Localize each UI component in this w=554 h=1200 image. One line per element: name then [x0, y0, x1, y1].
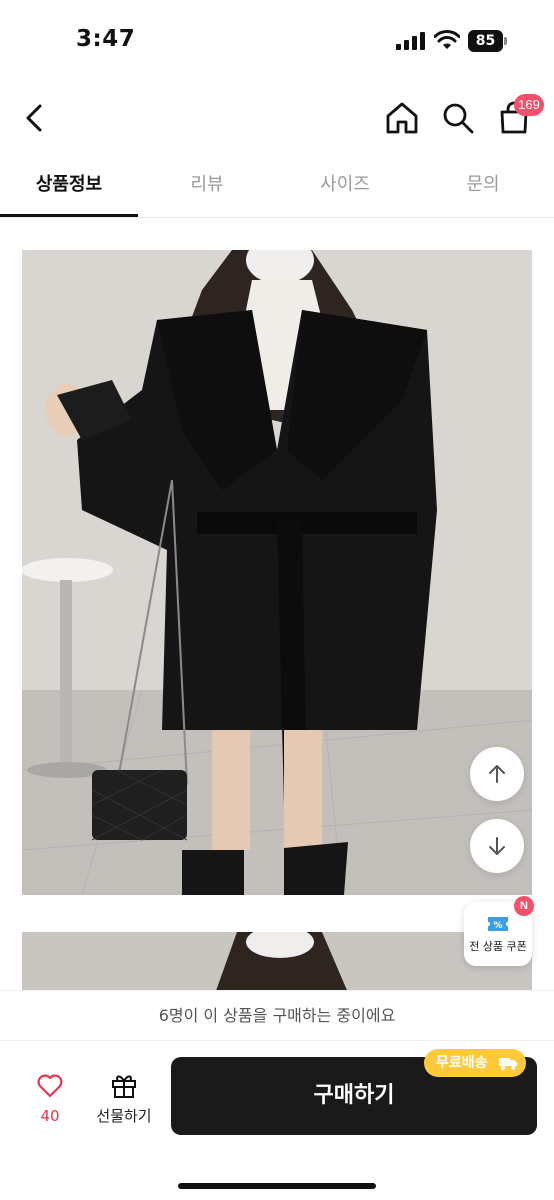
- home-button[interactable]: [382, 98, 422, 138]
- like-count: 40: [40, 1107, 60, 1125]
- signal-icon: [396, 32, 425, 50]
- gift-button[interactable]: 선물하기: [88, 1069, 160, 1133]
- arrow-down-icon: [489, 837, 505, 855]
- status-time: 3:47: [76, 26, 136, 52]
- tab-inquiry[interactable]: 문의: [414, 158, 552, 218]
- scroll-up-button[interactable]: [470, 747, 524, 801]
- chevron-left-icon: [26, 104, 42, 132]
- search-icon: [443, 103, 474, 134]
- active-tab-indicator: [0, 214, 138, 217]
- truck-icon: [499, 1058, 517, 1070]
- product-tabs: 상품정보 리뷰 사이즈 문의: [0, 158, 554, 218]
- battery-level: 85: [468, 30, 503, 52]
- coupon-icon: %: [488, 917, 508, 931]
- scroll-down-button[interactable]: [470, 819, 524, 873]
- back-button[interactable]: [16, 98, 56, 138]
- home-indicator: [178, 1183, 376, 1189]
- wifi-icon: [434, 30, 460, 49]
- gift-label: 선물하기: [96, 1107, 152, 1125]
- battery-indicator: 85: [468, 30, 508, 52]
- search-button[interactable]: [438, 98, 478, 138]
- tab-product-info[interactable]: 상품정보: [0, 158, 138, 218]
- like-button[interactable]: 40: [22, 1071, 78, 1135]
- new-badge: N: [514, 896, 534, 916]
- status-bar: 3:47 85: [0, 0, 554, 80]
- coupon-label: 전 상품 쿠폰: [469, 940, 527, 953]
- bottom-action-bar: 40 선물하기 구매하기 무료배송: [0, 1040, 554, 1200]
- viewers-notice: 6명이 이 상품을 구매하는 중이에요: [0, 990, 554, 1040]
- arrow-up-icon: [489, 765, 505, 783]
- top-nav: 169: [0, 84, 554, 154]
- gift-icon: [112, 1075, 136, 1098]
- tab-size[interactable]: 사이즈: [276, 158, 414, 218]
- heart-icon: [37, 1074, 63, 1098]
- cart-count-badge: 169: [514, 94, 544, 116]
- svg-text:%: %: [493, 921, 502, 931]
- free-shipping-badge: 무료배송: [424, 1049, 526, 1077]
- tab-reviews[interactable]: 리뷰: [138, 158, 276, 218]
- free-shipping-label: 무료배송: [436, 1055, 488, 1071]
- product-image: [22, 250, 532, 895]
- home-icon: [386, 102, 418, 134]
